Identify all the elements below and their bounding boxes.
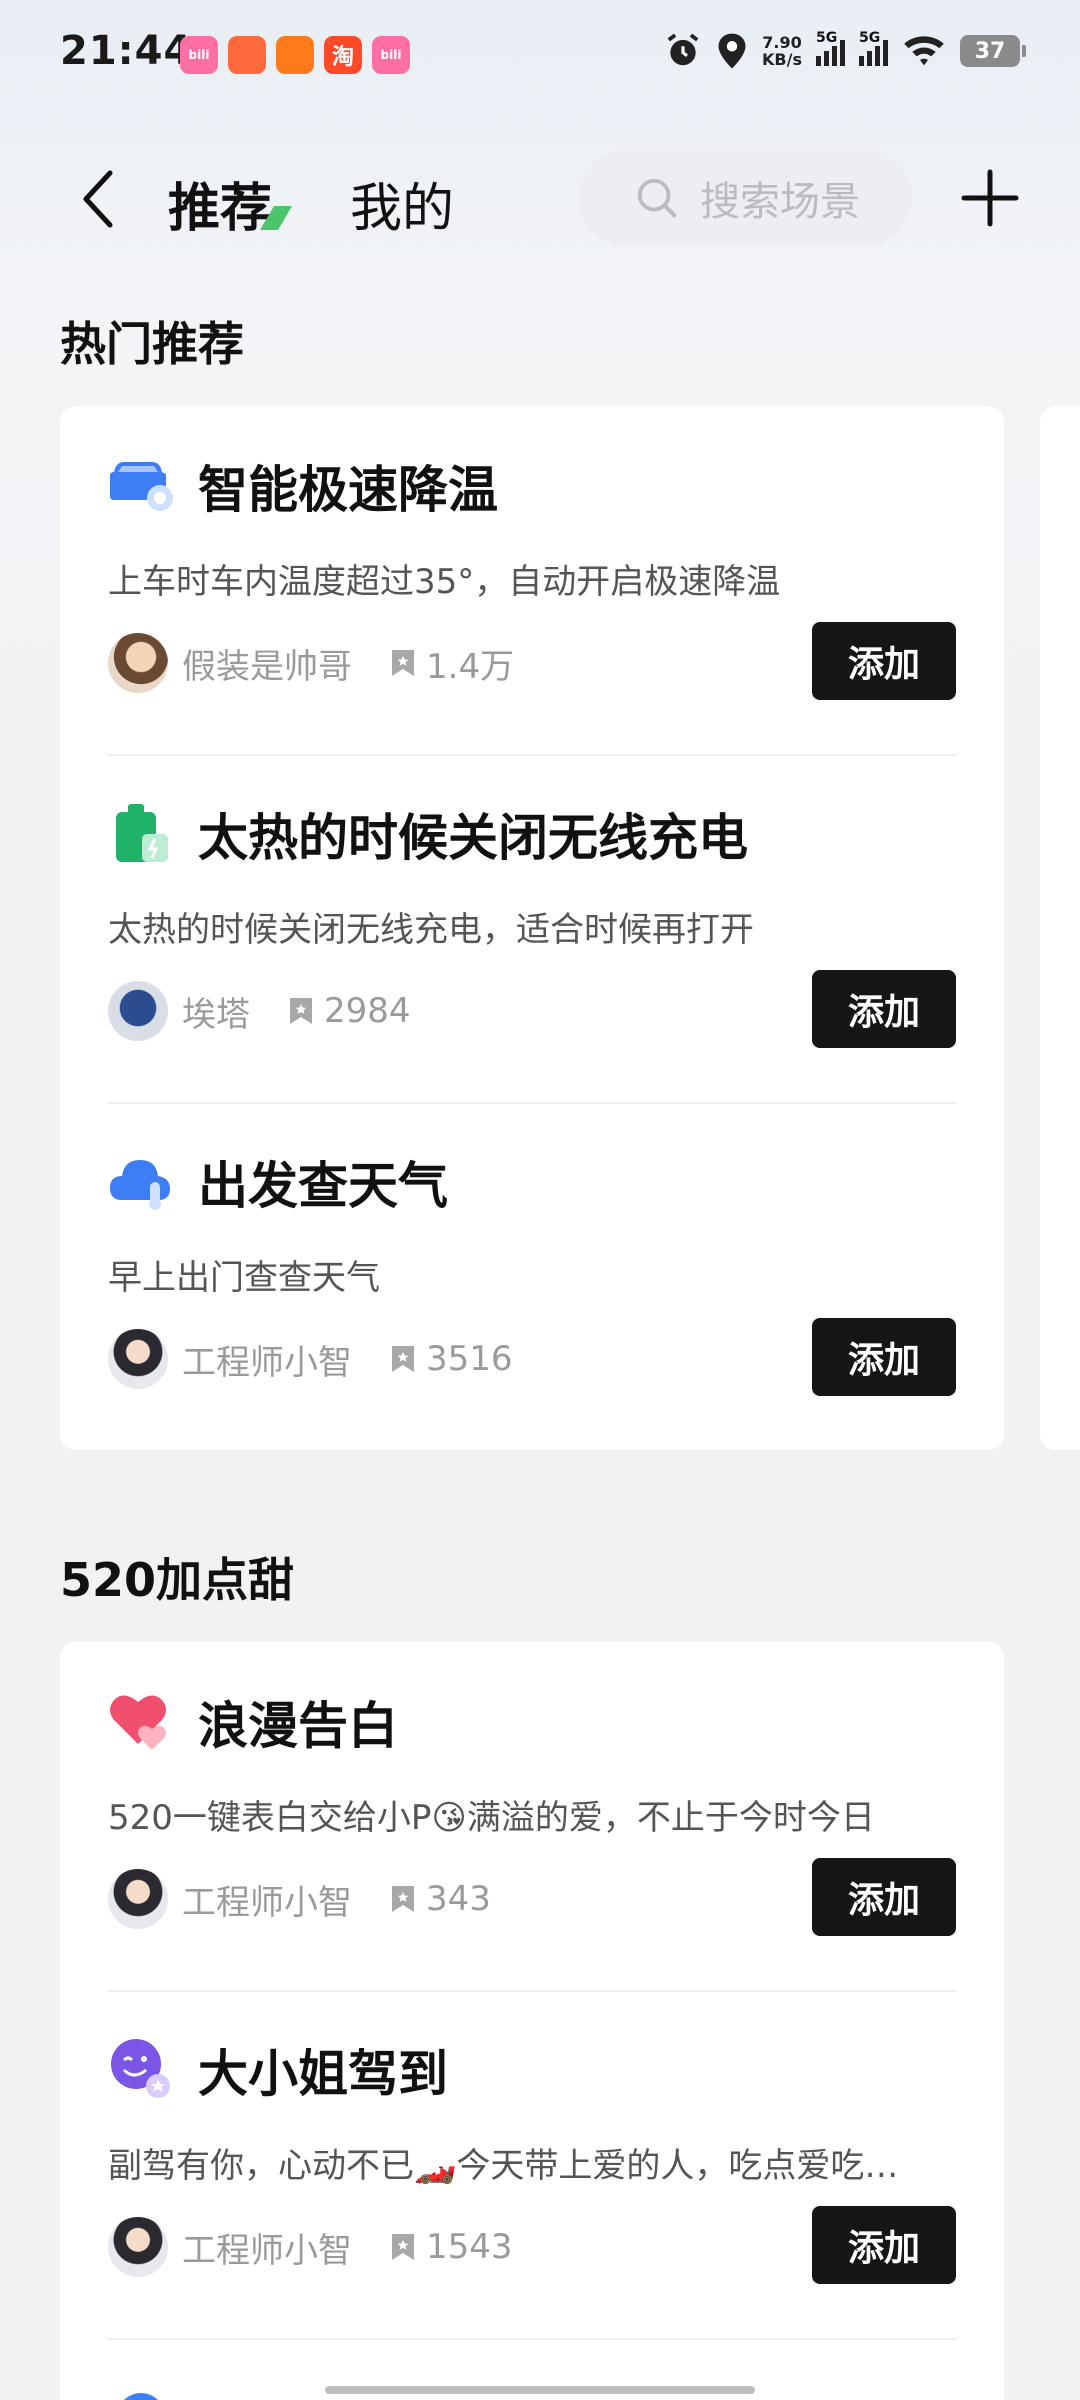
- list-item: 智能极速降温 上车时车内温度超过35°，自动开启极速降温 假装是帅哥 1.4万 …: [108, 406, 956, 754]
- home-indicator[interactable]: [325, 2386, 755, 2394]
- signal-5g-icon-2: 5G: [859, 30, 888, 66]
- scene-title: 浪漫告白: [198, 1697, 398, 1755]
- back-button[interactable]: [68, 164, 128, 234]
- scene-title: 太热的时候关闭无线充电: [198, 809, 748, 867]
- list-item: 大小姐驾到 副驾有你，心动不已🏎️今天带上爱的人，吃点爱吃… 工程师小智 154…: [108, 1990, 956, 2338]
- add-button[interactable]: 添加: [812, 1318, 956, 1396]
- status-bar: 21:44 bili 淘 bili 7.90 KB/s 5G 5G 37: [0, 0, 1080, 110]
- scene-title: 大小姐驾到: [198, 2045, 448, 2103]
- add-button[interactable]: 添加: [812, 622, 956, 700]
- add-button[interactable]: 添加: [812, 1858, 956, 1936]
- alarm-icon: [667, 33, 699, 66]
- search-input[interactable]: 搜索场景: [578, 150, 912, 246]
- avatar: [108, 633, 168, 693]
- scene-meta: 工程师小智 3516: [108, 1328, 513, 1390]
- divider: [108, 1990, 956, 1992]
- status-app-icons: bili 淘 bili: [180, 36, 410, 74]
- scene-description: 太热的时候关闭无线充电，适合时候再打开: [108, 910, 754, 950]
- bookmark-count: 1543: [426, 2227, 513, 2267]
- signal-5g-icon: 5G: [816, 30, 845, 66]
- bilibili-icon: bili: [180, 36, 218, 74]
- wifi-icon: [904, 36, 944, 66]
- author-name: 工程师小智: [182, 1342, 352, 1383]
- bilibili-icon-2: bili: [372, 36, 410, 74]
- section-title-520: 520加点甜: [60, 1553, 295, 1607]
- bookmark-icon: [392, 650, 414, 676]
- avatar: [108, 981, 168, 1041]
- hot-recommend-card: 智能极速降温 上车时车内温度超过35°，自动开启极速降温 假装是帅哥 1.4万 …: [60, 406, 1004, 1450]
- scene-meta: 假装是帅哥 1.4万: [108, 632, 514, 694]
- bookmark-icon: [392, 1346, 414, 1372]
- bookmark-icon: [392, 2234, 414, 2260]
- next-card-peek[interactable]: [1040, 406, 1080, 1450]
- scene-title: 智能极速降温: [198, 461, 498, 519]
- wink-face-icon: [111, 2039, 170, 2098]
- status-indicators: 7.90 KB/s 5G 5G 37: [664, 30, 1026, 70]
- scene-meta: 工程师小智 343: [108, 1868, 491, 1930]
- taobao-icon: 淘: [324, 36, 362, 74]
- heart-icon: [110, 1695, 166, 1750]
- bookmark-count: 1.4万: [426, 646, 515, 687]
- author-name: 工程师小智: [182, 2230, 352, 2271]
- app-orange-icon: [276, 36, 314, 74]
- avatar: [108, 1869, 168, 1929]
- bookmark-count: 3516: [426, 1339, 513, 1379]
- network-speed: 7.90 KB/s: [762, 33, 802, 69]
- active-tab-indicator: [260, 206, 292, 230]
- author-name: 埃塔: [182, 994, 250, 1035]
- section-title-hot: 热门推荐: [60, 317, 244, 371]
- top-navigation: 推荐 我的 搜索场景: [0, 140, 1080, 260]
- scene-description: 520一键表白交给小P😘满溢的爱，不止于今时今日: [108, 1798, 875, 1838]
- bookmark-icon: [392, 1886, 414, 1912]
- bookmark-icon: [290, 998, 312, 1024]
- list-item: 出发查天气 早上出门查查天气 工程师小智 3516 添加: [108, 1102, 956, 1450]
- chevron-left-icon: [83, 170, 113, 228]
- weather-cloud-icon: [110, 1160, 170, 1210]
- scene-description: 上车时车内温度超过35°，自动开启极速降温: [108, 562, 781, 602]
- add-scene-button[interactable]: [960, 168, 1020, 228]
- divider: [108, 754, 956, 756]
- status-time: 21:44: [60, 28, 193, 74]
- search-placeholder: 搜索场景: [700, 179, 860, 225]
- divider: [108, 2338, 956, 2340]
- bookmark-count: 2984: [324, 991, 411, 1031]
- scene-title: 出发查天气: [198, 1157, 448, 1215]
- location-icon: [718, 33, 746, 69]
- list-item: 浪漫告白 520一键表白交给小P😘满溢的爱，不止于今时今日 工程师小智 343 …: [108, 1642, 956, 1990]
- app-promo-icon: [228, 36, 266, 74]
- battery-indicator: 37: [960, 35, 1026, 67]
- 520-card: 浪漫告白 520一键表白交给小P😘满溢的爱，不止于今时今日 工程师小智 343 …: [60, 1642, 1004, 2400]
- list-item: 太热的时候关闭无线充电 太热的时候关闭无线充电，适合时候再打开 埃塔 2984 …: [108, 754, 956, 1102]
- avatar: [108, 2217, 168, 2277]
- add-button[interactable]: 添加: [812, 2206, 956, 2284]
- scene-description: 副驾有你，心动不已🏎️今天带上爱的人，吃点爱吃…: [108, 2146, 899, 2186]
- tab-mine[interactable]: 我的: [350, 166, 454, 241]
- scene-meta: 埃塔 2984: [108, 980, 411, 1042]
- author-name: 工程师小智: [182, 1882, 352, 1923]
- author-name: 假装是帅哥: [182, 646, 352, 687]
- wireless-charging-icon: [116, 804, 168, 862]
- divider: [108, 1102, 956, 1104]
- bookmark-count: 343: [426, 1879, 491, 1919]
- scene-meta: 工程师小智 1543: [108, 2216, 513, 2278]
- add-button[interactable]: 添加: [812, 970, 956, 1048]
- avatar: [108, 1329, 168, 1389]
- partial-icon: [124, 2393, 158, 2400]
- search-icon: [637, 178, 677, 218]
- scene-description: 早上出门查查天气: [108, 1258, 380, 1298]
- car-cooling-icon: [110, 462, 173, 511]
